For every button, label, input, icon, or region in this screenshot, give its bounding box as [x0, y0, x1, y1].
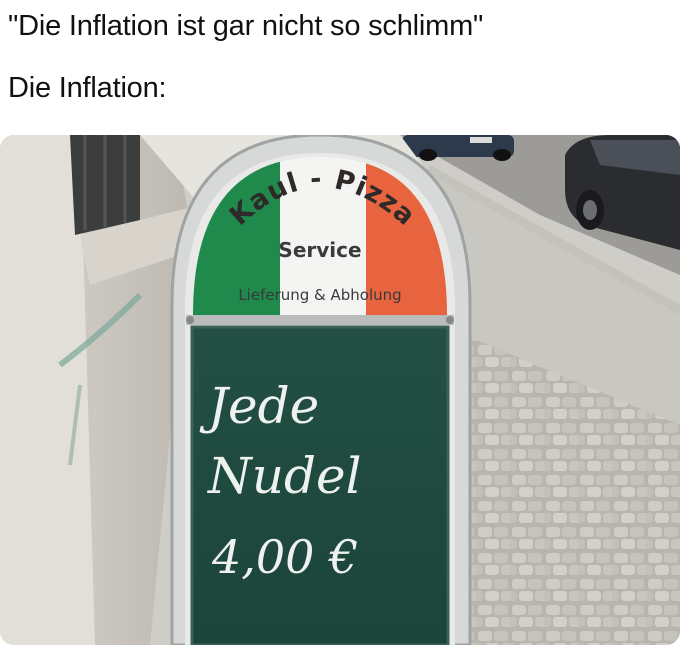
meme-caption-quote: "Die Inflation ist gar nicht so schlimm" [8, 10, 484, 42]
sign-delivery: Lieferung & Abholung [238, 286, 401, 304]
meme-caption-reaction: Die Inflation: [8, 72, 167, 104]
photo-scene: Kaul - Pizza Service Lieferung & Abholun… [0, 135, 680, 645]
chalk-line-price: 4,00 € [211, 530, 358, 584]
street-photo: Kaul - Pizza Service Lieferung & Abholun… [0, 135, 680, 645]
chalk-line-jede: Jede [199, 377, 319, 435]
sign-service: Service [278, 238, 361, 262]
pizza-sign: Kaul - Pizza Service Lieferung & Abholun… [170, 135, 472, 645]
chalk-line-nudel: Nudel [207, 447, 362, 505]
